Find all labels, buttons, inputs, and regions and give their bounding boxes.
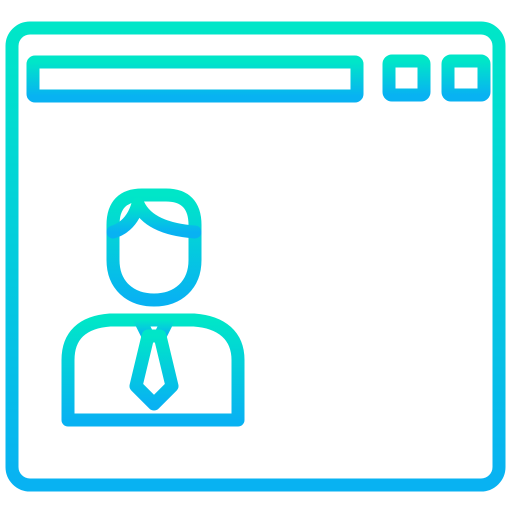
window-control-box [382,54,431,102]
person-tie [129,329,179,411]
window-control-box [441,54,491,102]
person-head [106,188,202,307]
browser-profile-page-icon [5,21,506,492]
icon-canvas [0,0,512,512]
profile-text-lines [275,235,450,385]
address-bar [26,55,364,103]
person-with-tie-icon [61,188,245,427]
person-hair [106,197,202,239]
